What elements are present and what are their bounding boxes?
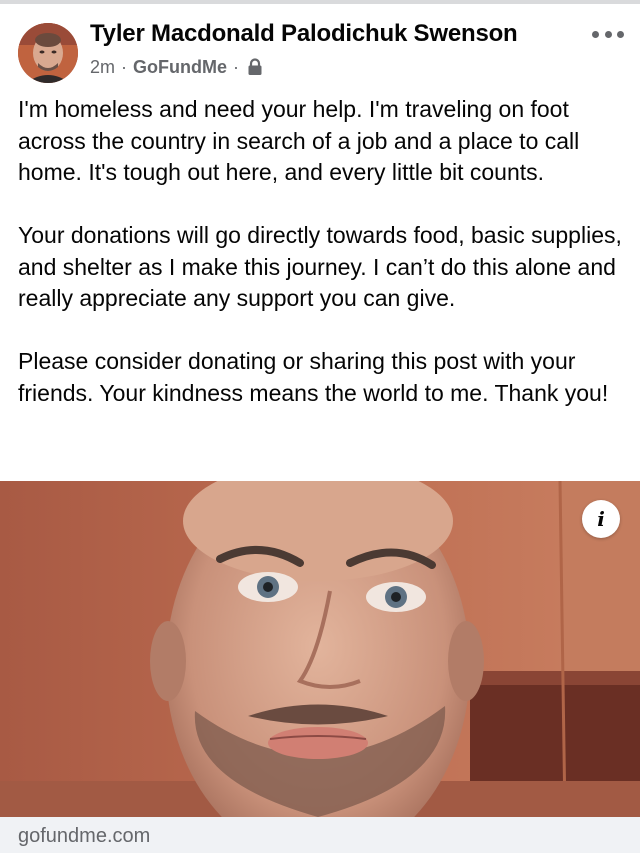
post-photo[interactable] xyxy=(0,481,640,817)
info-icon[interactable]: i xyxy=(582,500,620,538)
post-timestamp[interactable]: 2m xyxy=(90,57,115,78)
post-paragraph: I'm homeless and need your help. I'm tra… xyxy=(18,96,580,185)
post-paragraph: Please consider donating or sharing this… xyxy=(18,348,609,406)
dot xyxy=(604,30,612,38)
post-meta: 2m · GoFundMe · xyxy=(90,55,263,79)
lock-icon[interactable] xyxy=(247,58,263,76)
post-paragraph: Your donations will go directly towards … xyxy=(18,222,622,311)
dot xyxy=(592,30,599,38)
post-header: Tyler Macdonald Palodichuk Swenson 2m · … xyxy=(0,4,640,88)
more-horizontal-icon[interactable] xyxy=(592,24,624,44)
author-name[interactable]: Tyler Macdonald Palodichuk Swenson xyxy=(90,20,518,48)
dot xyxy=(617,30,624,38)
meta-separator: · xyxy=(233,56,239,77)
post-text: I'm homeless and need your help. I'm tra… xyxy=(18,94,626,409)
link-preview[interactable]: gofundme.com xyxy=(0,817,640,853)
link-domain: gofundme.com xyxy=(18,825,151,847)
post-source[interactable]: GoFundMe xyxy=(133,57,227,78)
meta-separator: · xyxy=(121,56,128,77)
avatar[interactable] xyxy=(18,23,78,83)
